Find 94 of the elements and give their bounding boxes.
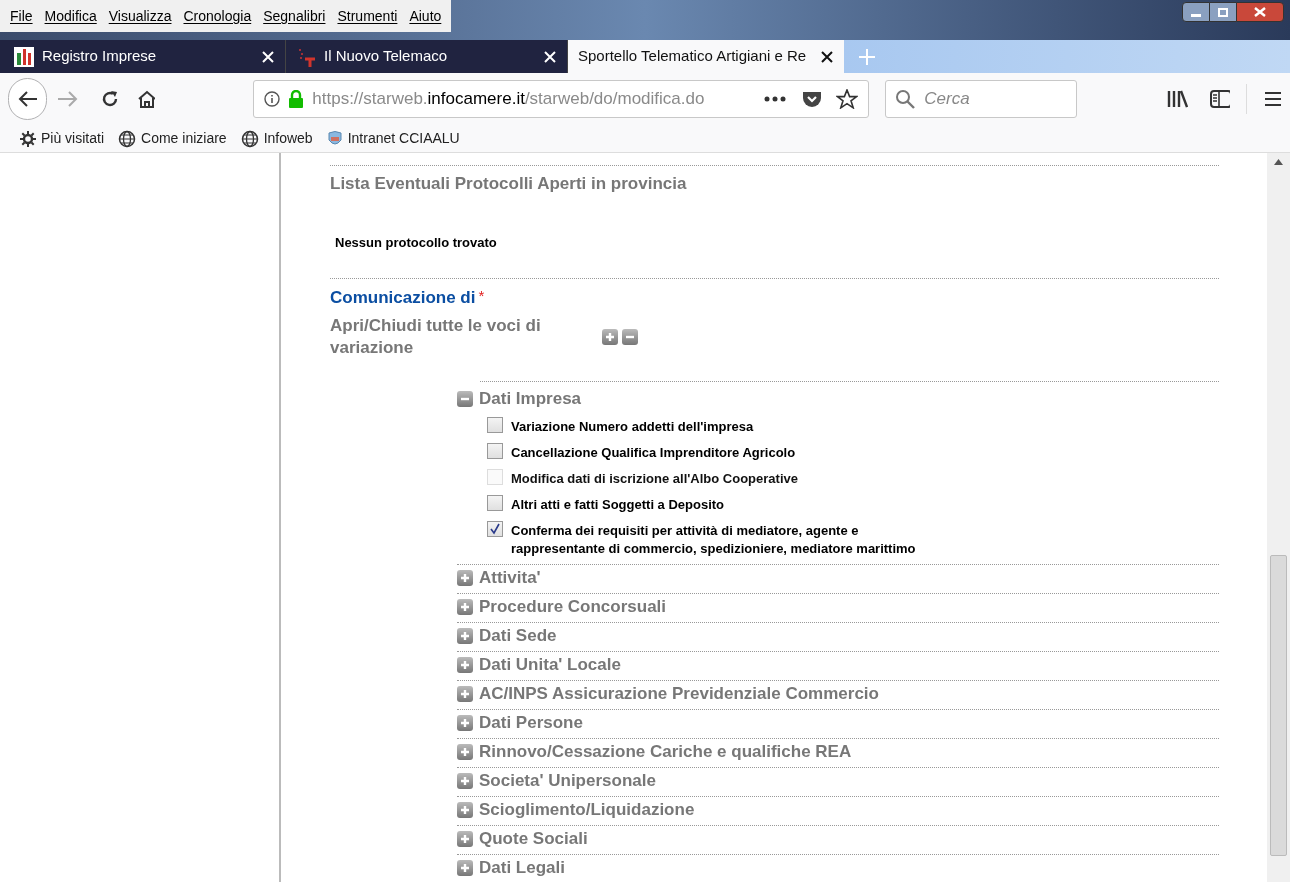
section-title: Dati Impresa — [479, 387, 582, 410]
expand-button[interactable] — [457, 743, 473, 760]
close-icon — [1254, 7, 1266, 17]
menu-item[interactable]: Segnalibri — [257, 5, 332, 27]
close-button[interactable] — [1236, 2, 1284, 22]
star-icon[interactable] — [836, 89, 859, 109]
pocket-icon[interactable] — [802, 90, 823, 108]
checkbox-label: Conferma dei requisiti per attività di mediatore, agente e rappresentante di commercio, spedizioniere, mediatore marittimo — [511, 521, 917, 558]
bookmark-link[interactable]: Intranet CCIAALU — [347, 128, 460, 149]
field-label: Apri/Chiudi tutte le voci di variazione — [330, 314, 542, 359]
scroll-up-icon[interactable] — [1274, 159, 1283, 165]
checkbox-label: Altri atti e fatti Soggetti a Deposito — [511, 495, 726, 514]
back-button[interactable] — [8, 78, 48, 120]
plus-icon — [460, 862, 470, 873]
expand-button[interactable] — [457, 714, 473, 731]
plus-icon — [460, 572, 470, 583]
section-title: Attivita' — [479, 566, 541, 589]
search-field[interactable]: Cerca — [885, 80, 1078, 118]
section-title: Societa' Unipersonale — [479, 769, 656, 792]
search-icon — [895, 89, 916, 109]
section-title: Rinnovo/Cessazione Cariche e qualifiche REA — [479, 740, 852, 763]
plus-icon — [460, 833, 470, 844]
gear-icon — [20, 130, 36, 147]
empty-message: Nessun protocollo trovato — [335, 233, 498, 252]
expand-button[interactable] — [457, 685, 473, 702]
expand-button[interactable] — [457, 598, 473, 615]
site-icon — [14, 46, 34, 67]
info-icon[interactable] — [264, 91, 281, 107]
shield-icon — [326, 129, 343, 148]
checkbox-label: Cancellazione Qualifica Imprenditore Agricolo — [511, 443, 797, 462]
lock-icon — [288, 90, 305, 108]
checkbox[interactable] — [487, 520, 503, 537]
expand-button[interactable] — [457, 569, 473, 586]
plus-icon — [460, 630, 470, 641]
minimize-button[interactable] — [1182, 2, 1210, 22]
expand-button[interactable] — [457, 772, 473, 789]
scrollbar[interactable] — [1267, 153, 1290, 882]
home-icon[interactable] — [136, 89, 156, 109]
checkmark-icon — [489, 522, 501, 535]
address-bar[interactable]: https://starweb.infocamere.it/starweb/do/modifica.do — [253, 80, 870, 118]
collapse-button[interactable] — [457, 390, 473, 407]
plus-icon — [460, 804, 470, 815]
plus-icon — [460, 746, 470, 757]
section-title: AC/INPS Assicurazione Previdenziale Commercio — [479, 682, 879, 705]
bookmark-link[interactable]: Come iniziare — [141, 128, 227, 149]
menu-item[interactable]: File — [4, 5, 39, 27]
checkbox-label: Variazione Numero addetti dell'impresa — [511, 417, 755, 436]
site-icon — [296, 46, 316, 67]
checkbox[interactable] — [487, 442, 503, 459]
sidebar-icon[interactable] — [1209, 89, 1231, 109]
checkbox-label: Modifica dati di iscrizione all'Albo Cooperative — [511, 469, 799, 488]
expand-button[interactable] — [457, 859, 473, 876]
maximize-button[interactable] — [1210, 2, 1236, 22]
section-title: Scioglimento/Liquidazione — [479, 798, 695, 821]
plus-icon — [605, 331, 615, 342]
menu-item[interactable]: Modifica — [38, 5, 103, 27]
bookmark-link[interactable]: Più visitati — [41, 128, 105, 149]
menu-item[interactable]: Visualizza — [102, 5, 178, 27]
plus-icon — [460, 775, 470, 786]
menu-item[interactable]: Cronologia — [177, 5, 258, 27]
expand-button[interactable] — [457, 801, 473, 818]
menu-icon[interactable] — [1263, 90, 1282, 108]
back-arrow-icon — [17, 90, 38, 108]
section-title: Dati Unita' Locale — [479, 653, 621, 676]
forward-icon[interactable] — [57, 90, 78, 108]
expand-all-button[interactable] — [602, 328, 618, 345]
section-heading: Lista Eventuali Protocolli Aperti in provincia — [330, 173, 688, 195]
library-icon[interactable] — [1167, 89, 1188, 109]
globe-icon — [240, 129, 259, 148]
plus-icon — [460, 688, 470, 699]
expand-button[interactable] — [457, 656, 473, 673]
menu-item[interactable]: Strumenti — [331, 5, 404, 27]
section-title: Dati Sede — [479, 624, 557, 647]
collapse-all-button[interactable] — [622, 328, 638, 345]
browser-tab[interactable]: Sportello Telematico Artigiani e Re — [568, 40, 844, 73]
bookmark-link[interactable]: Infoweb — [263, 128, 313, 149]
section-title: Procedure Concorsuali — [479, 595, 667, 618]
more-icon[interactable] — [764, 96, 787, 102]
section-title: Quote Sociali — [479, 827, 588, 850]
section-title: Dati Legali — [479, 856, 565, 879]
checkbox[interactable] — [487, 494, 503, 511]
plus-icon — [460, 601, 470, 612]
menu-item[interactable]: Aiuto — [403, 5, 448, 27]
plus-icon — [460, 717, 470, 728]
required-mark: * — [478, 286, 485, 306]
plus-icon — [460, 659, 470, 670]
expand-button[interactable] — [457, 830, 473, 847]
field-label: Comunicazione di — [330, 287, 476, 309]
url-text: https://starweb.infocamere.it/starweb/do/modifica.do — [312, 88, 706, 111]
globe-icon — [118, 129, 137, 148]
section-title: Dati Persone — [479, 711, 583, 734]
checkbox[interactable] — [487, 416, 503, 433]
close-icon[interactable] — [820, 49, 834, 64]
expand-button[interactable] — [457, 627, 473, 644]
